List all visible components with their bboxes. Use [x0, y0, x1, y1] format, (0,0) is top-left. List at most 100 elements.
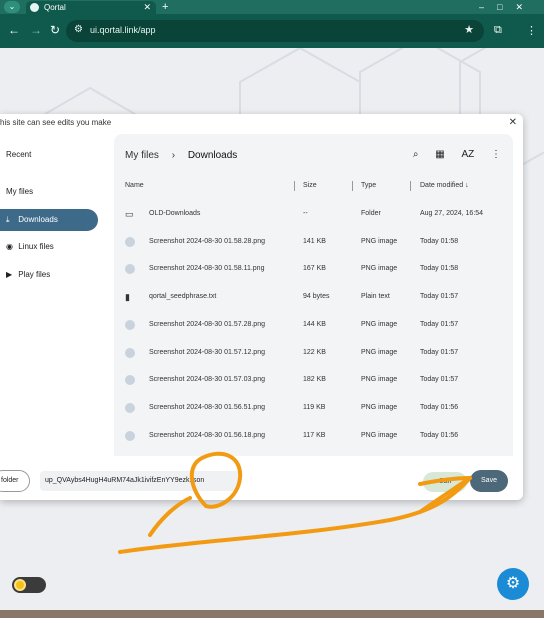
bookmark-star-icon[interactable]: ★	[464, 23, 474, 36]
image-file-icon	[125, 319, 135, 330]
file-name: Screenshot 2024-08-30 01.58.11.png	[149, 265, 265, 273]
column-type[interactable]: Type	[361, 182, 376, 189]
file-type: PNG image	[361, 265, 398, 273]
file-name: qortal_seedphrase.txt	[149, 293, 217, 301]
new-tab-button[interactable]: +	[162, 0, 168, 14]
image-file-icon	[125, 264, 135, 275]
back-icon[interactable]: ←	[8, 23, 20, 37]
file-name: Screenshot 2024-08-30 01.56.51.png	[149, 403, 265, 411]
gear-icon[interactable]: ⚙	[497, 568, 529, 600]
column-date-modified[interactable]: Date modified ↓	[420, 182, 469, 189]
file-row[interactable]: ▮ qortal_seedphrase.txt 94 bytes Plain text…	[114, 283, 513, 311]
address-bar[interactable]: ⚙ ui.qortal.link/app ★	[66, 20, 484, 42]
grid-view-icon[interactable]: ▦	[435, 149, 444, 160]
folder-icon: ▭	[125, 209, 134, 219]
file-row[interactable]: Screenshot 2024-08-30 01.58.28.png 141 KB…	[114, 228, 513, 256]
toggle-knob	[14, 579, 26, 591]
image-file-icon	[125, 430, 135, 441]
file-row[interactable]: ▭ OLD-Downloads -- Folder Aug 27, 2024, 16:5…	[114, 200, 513, 228]
file-date: Today 01:57	[420, 376, 459, 384]
file-type: Plain text	[361, 293, 390, 301]
breadcrumb: My files › Downloads	[125, 150, 237, 161]
file-size: 94 bytes	[303, 293, 330, 301]
tab-close-icon[interactable]: ✕	[143, 1, 151, 14]
file-date: Today 01:56	[420, 431, 459, 439]
sidebar-item-label: Downloads	[18, 215, 58, 224]
sidebar-item-play-files[interactable]: ▶ Play files	[0, 264, 98, 286]
chevron-right-icon: ›	[171, 150, 176, 161]
dialog-close-icon[interactable]: ✕	[509, 117, 517, 128]
browser-tab[interactable]: Qortal ✕	[26, 1, 156, 14]
dialog-sidebar: Recent My files ⤓ Downloads ◉ Linux file…	[0, 134, 112, 456]
sort-icon[interactable]: AZ	[461, 149, 474, 160]
tab-strip: ⌄ Qortal ✕ + –□✕	[0, 0, 544, 14]
play-store-icon: ▶	[6, 270, 13, 279]
image-file-icon	[125, 375, 135, 386]
file-size: 119 KB	[303, 403, 326, 411]
linux-icon: ◉	[6, 242, 13, 251]
breadcrumb-my-files[interactable]: My files	[125, 150, 159, 161]
file-size: 182 KB	[303, 376, 326, 384]
file-size: 141 KB	[303, 237, 326, 245]
sidebar-item-label: Recent	[6, 150, 32, 159]
column-divider	[352, 181, 353, 191]
file-row[interactable]: Screenshot 2024-08-30 01.57.28.png 144 KB…	[114, 311, 513, 339]
tab-title: Qortal	[44, 3, 66, 12]
file-date: Today 01:57	[420, 293, 459, 301]
extensions-icon[interactable]: ⧉	[494, 24, 502, 37]
file-name: OLD-Downloads	[149, 210, 201, 217]
file-date: Aug 27, 2024, 16:54	[420, 210, 484, 217]
file-row[interactable]: Screenshot 2024-08-30 01.57.12.png 122 KB…	[114, 339, 513, 367]
filename-bar: folder up_QVAybs4HugH4uRM74aJk1ivifzEnYY…	[0, 468, 523, 494]
new-folder-button[interactable]: folder	[0, 470, 30, 492]
file-date: Today 01:58	[420, 237, 459, 245]
file-row[interactable]: Screenshot 2024-08-30 01.56.51.png 119 KB…	[114, 394, 513, 422]
file-type: PNG image	[361, 348, 398, 356]
site-info-icon[interactable]: ⚙	[74, 24, 83, 35]
file-date: Today 01:57	[420, 348, 459, 356]
file-name: Screenshot 2024-08-30 01.57.03.png	[149, 376, 265, 384]
file-type: PNG image	[361, 403, 398, 411]
image-file-icon	[125, 347, 135, 358]
save-button[interactable]: Save	[470, 470, 508, 492]
file-type: PNG image	[361, 320, 398, 328]
save-file-dialog: his site can see edits you make ✕ Recent…	[0, 114, 523, 500]
file-date: Today 01:56	[420, 403, 459, 411]
download-icon: ⤓	[6, 215, 10, 224]
forward-icon[interactable]: →	[30, 23, 42, 37]
cancel-button[interactable]: Can	[423, 472, 467, 492]
column-name[interactable]: Name	[125, 182, 144, 189]
column-size[interactable]: Size	[303, 182, 317, 189]
tab-search-icon[interactable]: ⌄	[4, 1, 20, 13]
file-toolbar: ⌕ ▦ AZ ⋮	[399, 149, 501, 160]
sidebar-item-downloads[interactable]: ⤓ Downloads	[0, 209, 98, 231]
filename-input[interactable]: up_QVAybs4HugH4uRM74aJk1ivifzEnYY9ezk.js…	[40, 471, 240, 491]
file-size: 144 KB	[303, 320, 326, 328]
more-vert-icon[interactable]: ⋮	[491, 149, 501, 160]
file-row[interactable]: Screenshot 2024-08-30 01.57.03.png 182 KB…	[114, 366, 513, 394]
file-name: Screenshot 2024-08-30 01.56.18.png	[149, 431, 265, 439]
file-name: Screenshot 2024-08-30 01.58.28.png	[149, 237, 265, 245]
sidebar-item-label: Play files	[18, 270, 51, 279]
search-icon[interactable]: ⌕	[413, 149, 419, 160]
window-controls[interactable]: –□✕	[479, 0, 536, 14]
reload-icon[interactable]: ↻	[50, 23, 60, 37]
text-file-icon: ▮	[125, 292, 130, 303]
file-row[interactable]: Screenshot 2024-08-30 01.56.18.png 117 KB…	[114, 422, 513, 450]
file-date: Today 01:58	[420, 265, 459, 273]
sidebar-item-my-files[interactable]: My files	[0, 181, 98, 203]
sidebar-item-recent[interactable]: Recent	[0, 144, 98, 166]
sidebar-item-linux-files[interactable]: ◉ Linux files	[0, 236, 98, 258]
column-divider	[410, 181, 411, 191]
dialog-notice: his site can see edits you make	[0, 118, 112, 127]
file-row[interactable]: Screenshot 2024-08-30 01.58.11.png 167 KB…	[114, 255, 513, 283]
column-divider	[294, 181, 295, 191]
file-type: PNG image	[361, 376, 398, 384]
file-name: Screenshot 2024-08-30 01.57.12.png	[149, 348, 265, 356]
url-text[interactable]: ui.qortal.link/app	[90, 25, 156, 35]
file-date: Today 01:57	[420, 320, 459, 328]
desktop-wallpaper-strip	[0, 610, 544, 618]
image-file-icon	[125, 236, 135, 247]
browser-menu-icon[interactable]: ⋮	[526, 24, 537, 37]
theme-toggle[interactable]	[12, 577, 46, 593]
